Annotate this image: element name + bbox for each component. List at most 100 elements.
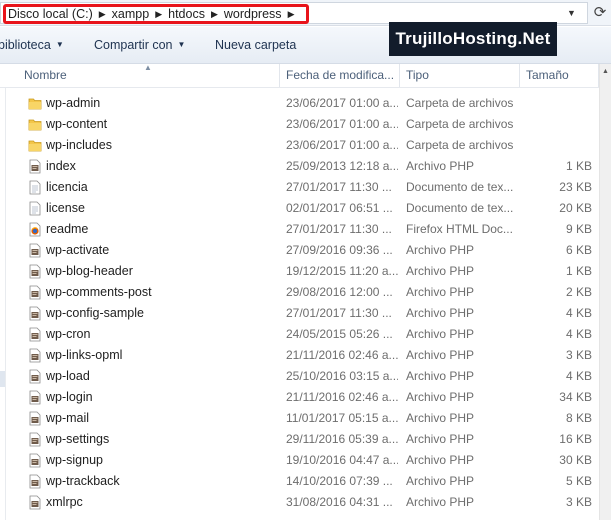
file-name: license	[46, 201, 85, 215]
file-name: wp-mail	[46, 411, 90, 425]
file-type: Archivo PHP	[406, 495, 475, 509]
file-row[interactable]: wp-links-opml 21/11/2016 02:46 a... Archiv…	[6, 345, 599, 366]
file-type: Archivo PHP	[406, 159, 475, 173]
column-header-size[interactable]: Tamaño	[520, 64, 599, 87]
file-type: Archivo PHP	[406, 264, 475, 278]
file-row[interactable]: wp-mail 11/01/2017 05:15 a... Archivo PHP 8…	[6, 408, 599, 429]
file-size: 4 KB	[565, 306, 592, 320]
organize-button[interactable]: biblioteca ▼	[0, 38, 64, 52]
file-row[interactable]: wp-content 23/06/2017 01:00 a... Carpeta d…	[6, 114, 599, 135]
file-size	[522, 93, 592, 114]
file-name: wp-activate	[46, 243, 110, 257]
refresh-icon[interactable]: ⟳	[590, 3, 610, 23]
file-size: 34 KB	[559, 390, 592, 404]
chevron-right-icon[interactable]: ▶	[155, 9, 162, 20]
file-type: Archivo PHP	[406, 348, 475, 362]
file-type: Archivo PHP	[406, 306, 475, 320]
file-size: 1 KB	[565, 159, 592, 173]
chevron-down-icon[interactable]: ▼	[567, 8, 576, 18]
file-row[interactable]: license 02/01/2017 06:51 ... Documento de …	[6, 198, 599, 219]
file-date: 19/12/2015 11:20 a...	[286, 264, 398, 278]
file-type: Carpeta de archivos	[406, 138, 514, 152]
file-row[interactable]: wp-admin 23/06/2017 01:00 a... Carpeta de …	[6, 93, 599, 114]
column-header-date[interactable]: Fecha de modifica...	[280, 64, 400, 87]
share-button[interactable]: Compartir con ▼	[94, 38, 185, 52]
chevron-right-icon[interactable]: ▶	[99, 9, 106, 20]
file-date: 21/11/2016 02:46 a...	[286, 390, 398, 404]
file-type: Documento de tex...	[406, 201, 514, 215]
file-date: 11/01/2017 05:15 a...	[286, 411, 398, 425]
file-row[interactable]: index 25/09/2013 12:18 a... Archivo PHP 1 K…	[6, 156, 599, 177]
file-row[interactable]: wp-settings 29/11/2016 05:39 a... Archivo …	[6, 429, 599, 450]
column-header-type[interactable]: Tipo	[400, 64, 520, 87]
file-type: Documento de tex...	[406, 180, 514, 194]
column-header-name[interactable]: Nombre	[18, 64, 280, 87]
breadcrumb-item-wordpress[interactable]: wordpress	[224, 7, 282, 21]
file-name: licencia	[46, 180, 88, 194]
file-name: index	[46, 159, 76, 173]
file-size: 20 KB	[559, 201, 592, 215]
file-size: 2 KB	[565, 285, 592, 299]
file-row[interactable]: wp-comments-post 29/08/2016 12:00 ... Arch…	[6, 282, 599, 303]
file-row[interactable]: wp-login 21/11/2016 02:46 a... Archivo PHP…	[6, 387, 599, 408]
vertical-scrollbar[interactable]: ▲	[599, 64, 611, 520]
breadcrumb-item-disk[interactable]: Disco local (C:)	[8, 7, 93, 21]
file-size: 9 KB	[565, 222, 592, 236]
file-size: 4 KB	[565, 327, 592, 341]
breadcrumb-item-htdocs[interactable]: htdocs	[168, 7, 205, 21]
share-button-label: Compartir con	[94, 38, 173, 52]
file-row[interactable]: wp-blog-header 19/12/2015 11:20 a... Archi…	[6, 261, 599, 282]
file-name: wp-config-sample	[46, 306, 144, 320]
file-name: wp-settings	[46, 432, 110, 446]
file-name: wp-login	[46, 390, 93, 404]
file-date: 25/09/2013 12:18 a...	[286, 159, 398, 173]
file-type: Archivo PHP	[406, 243, 475, 257]
file-row[interactable]: readme 27/01/2017 11:30 ... Firefox HTML D…	[6, 219, 599, 240]
chevron-down-icon: ▼	[177, 40, 186, 49]
file-date: 29/11/2016 05:39 a...	[286, 432, 398, 446]
file-list: wp-admin 23/06/2017 01:00 a... Carpeta de …	[6, 93, 599, 513]
file-type: Archivo PHP	[406, 285, 475, 299]
file-date: 31/08/2016 04:31 ...	[286, 495, 393, 509]
file-type: Carpeta de archivos	[406, 96, 514, 110]
file-name: wp-links-opml	[46, 348, 123, 362]
file-date: 23/06/2017 01:00 a...	[286, 138, 398, 152]
file-row[interactable]: wp-config-sample 27/01/2017 11:30 ... Arch…	[6, 303, 599, 324]
file-type: Archivo PHP	[406, 390, 475, 404]
file-row[interactable]: wp-signup 19/10/2016 04:47 a... Archivo PH…	[6, 450, 599, 471]
file-date: 29/08/2016 12:00 ...	[286, 285, 393, 299]
chevron-right-icon[interactable]: ▶	[211, 9, 218, 20]
address-field[interactable]: Disco local (C:) ▶ xampp ▶ htdocs ▶ word…	[0, 2, 588, 24]
file-row[interactable]: wp-load 25/10/2016 03:15 a... Archivo PHP 4…	[6, 366, 599, 387]
file-name: wp-includes	[46, 138, 113, 152]
breadcrumb: Disco local (C:) ▶ xampp ▶ htdocs ▶ word…	[3, 4, 310, 24]
file-date: 14/10/2016 07:39 ...	[286, 474, 393, 488]
file-name: wp-content	[46, 117, 108, 131]
new-folder-button[interactable]: Nueva carpeta	[215, 38, 296, 52]
scroll-up-arrow-icon[interactable]: ▲	[600, 64, 611, 80]
file-size: 3 KB	[565, 348, 592, 362]
file-size: 1 KB	[565, 264, 592, 278]
file-row[interactable]: licencia 27/01/2017 11:30 ... Documento de…	[6, 177, 599, 198]
file-size: 3 KB	[565, 495, 592, 509]
file-date: 27/01/2017 11:30 ...	[286, 180, 392, 194]
chevron-right-icon[interactable]: ▶	[288, 9, 295, 20]
nav-pane-item[interactable]	[0, 371, 5, 387]
file-size	[522, 135, 592, 156]
file-row[interactable]: wp-includes 23/06/2017 01:00 a... Carpeta …	[6, 135, 599, 156]
file-row[interactable]: wp-trackback 14/10/2016 07:39 ... Archivo …	[6, 471, 599, 492]
file-row[interactable]: wp-cron 24/05/2015 05:26 ... Archivo PHP 4 …	[6, 324, 599, 345]
file-date: 24/05/2015 05:26 ...	[286, 327, 393, 341]
file-date: 23/06/2017 01:00 a...	[286, 117, 398, 131]
breadcrumb-item-xampp[interactable]: xampp	[112, 7, 150, 21]
file-name: wp-blog-header	[46, 264, 133, 278]
file-type: Archivo PHP	[406, 432, 475, 446]
file-size: 4 KB	[565, 369, 592, 383]
file-row[interactable]: wp-activate 27/09/2016 09:36 ... Archivo P…	[6, 240, 599, 261]
file-name: wp-cron	[46, 327, 91, 341]
file-type: Archivo PHP	[406, 411, 475, 425]
file-date: 25/10/2016 03:15 a...	[286, 369, 398, 383]
chevron-down-icon: ▼	[55, 40, 64, 49]
file-row[interactable]: xmlrpc 31/08/2016 04:31 ... Archivo PHP 3 K…	[6, 492, 599, 513]
file-name: wp-comments-post	[46, 285, 152, 299]
